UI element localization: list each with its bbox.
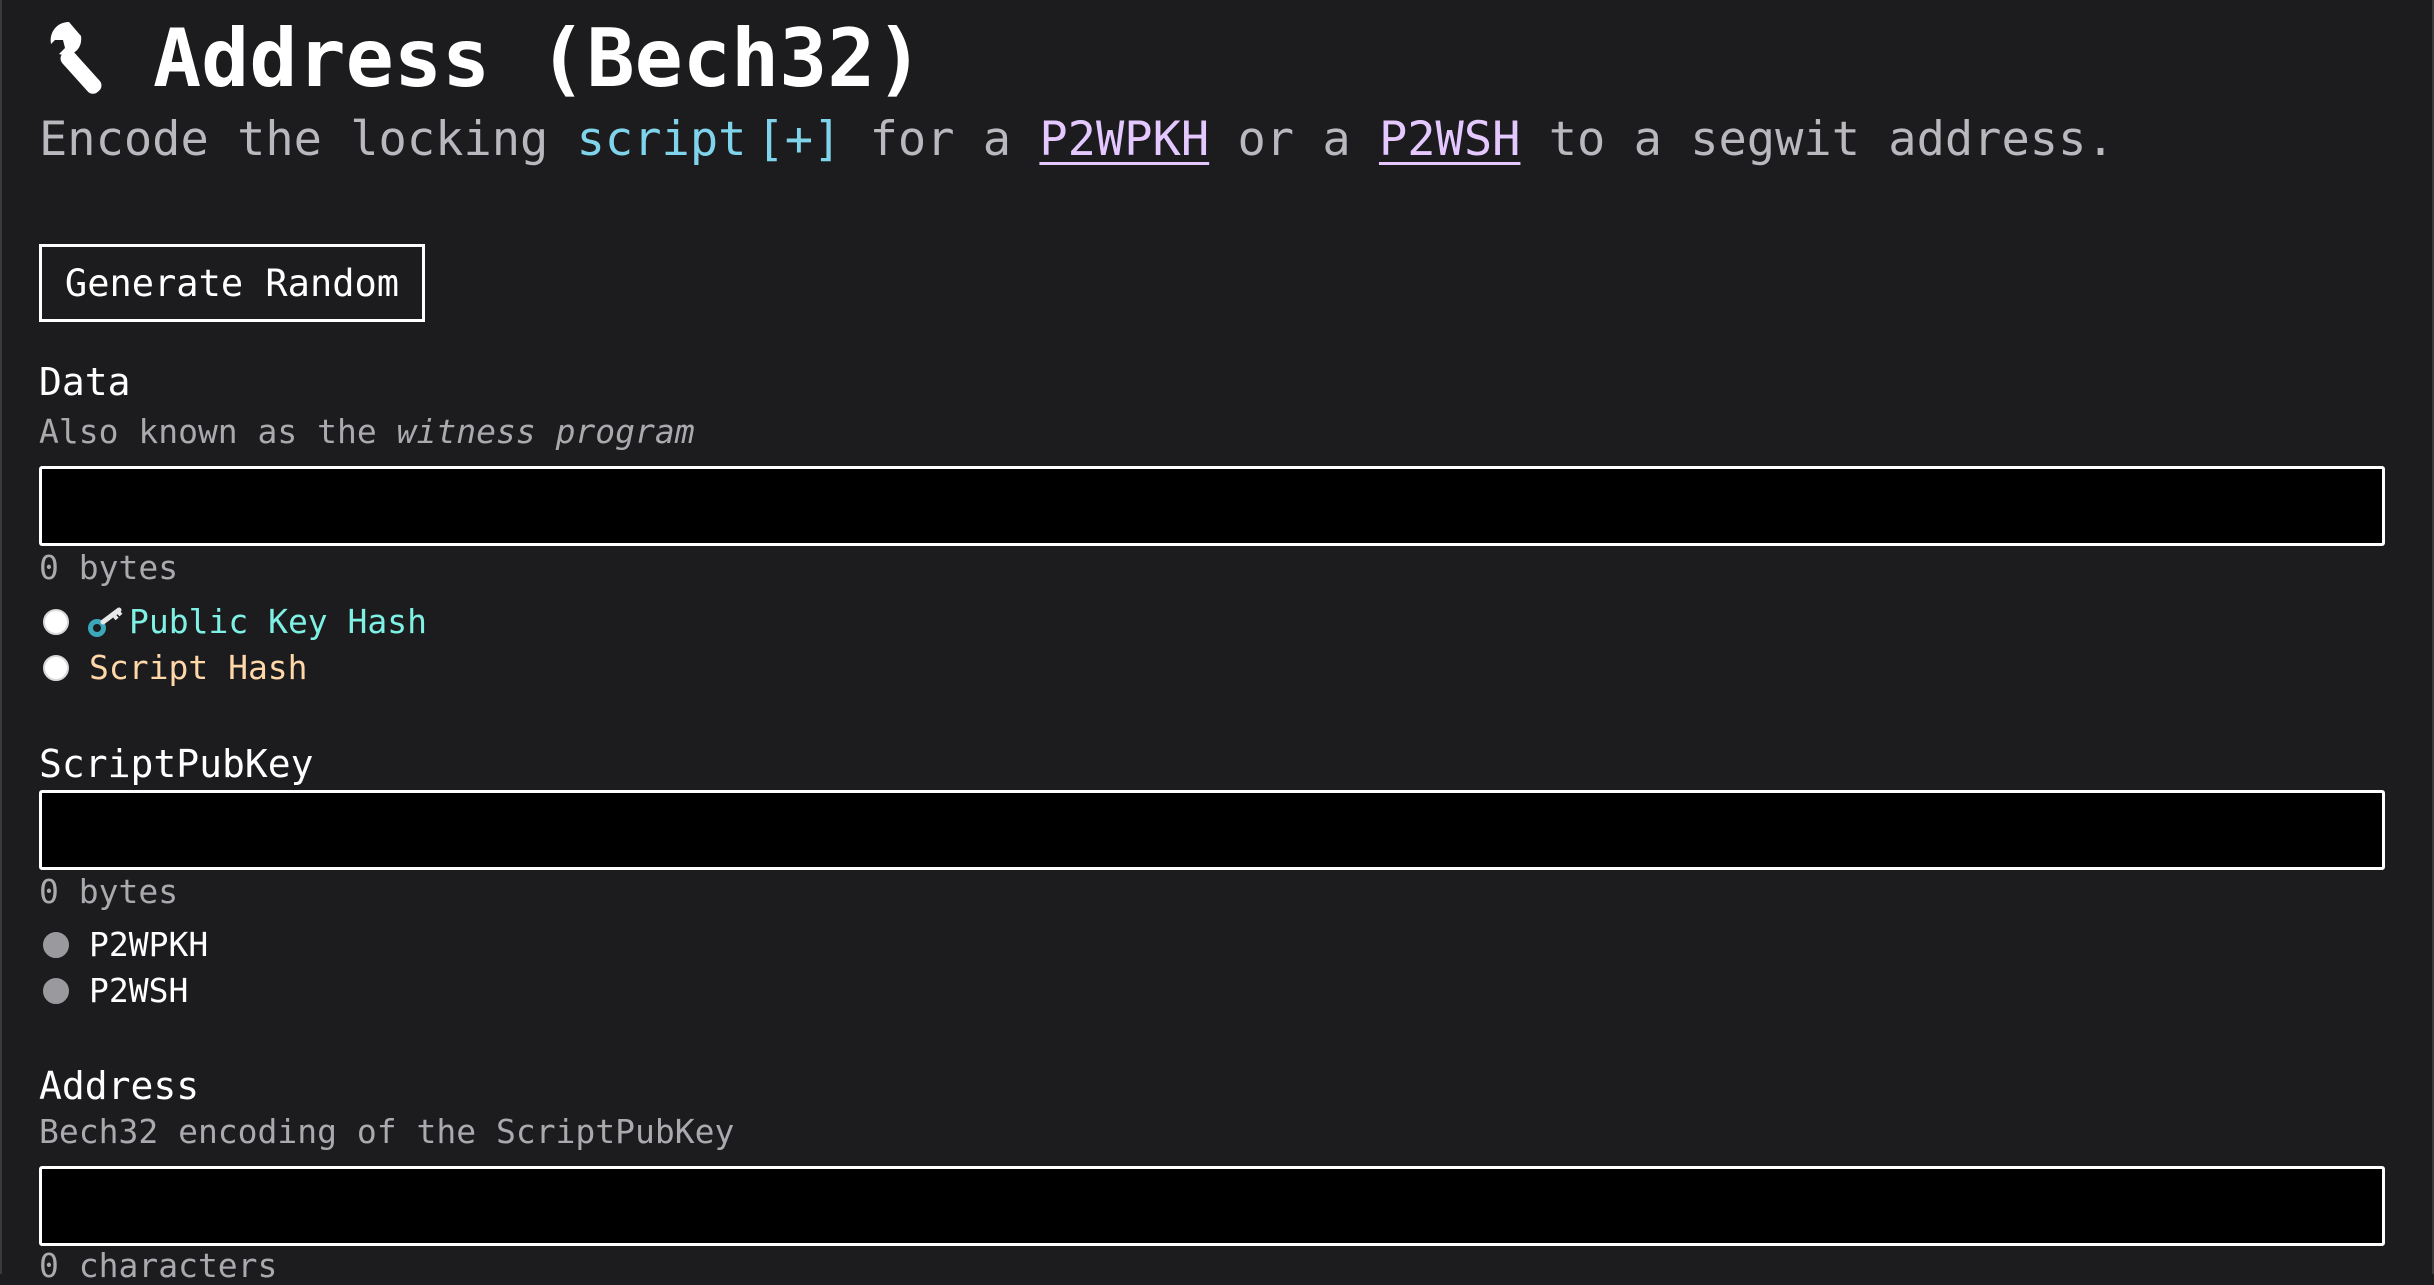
scriptpubkey-byte-count: 0 bytes [39, 872, 179, 911]
script-hash-label: Script Hash [89, 648, 308, 687]
wrench-icon [39, 18, 109, 98]
window-left-border [0, 0, 2, 1274]
p2wpkh-link[interactable]: P2WPKH [1039, 112, 1209, 167]
p2wpkh-label: P2WPKH [89, 925, 209, 964]
radio-option-script-hash[interactable]: Script Hash [43, 648, 308, 687]
address-input[interactable] [39, 1166, 2385, 1246]
description-middle-2: or a [1209, 112, 1379, 167]
public-key-hash-label: Public Key Hash [129, 602, 428, 641]
radio-option-p2wpkh[interactable]: P2WPKH [43, 925, 208, 964]
radio-option-p2wsh[interactable]: P2WSH [43, 971, 188, 1010]
p2wpkh-radio[interactable] [43, 931, 69, 958]
p2wsh-radio[interactable] [43, 977, 69, 1004]
p2wsh-link[interactable]: P2WSH [1379, 112, 1520, 167]
address-character-count: 0 characters [39, 1246, 278, 1285]
data-byte-count: 0 bytes [39, 548, 179, 587]
radio-option-public-key-hash[interactable]: Public Key Hash [43, 602, 427, 641]
data-hint-prefix: Also known as the [39, 412, 397, 451]
scriptpubkey-label: ScriptPubKey [39, 742, 314, 786]
data-input[interactable] [39, 466, 2385, 546]
generate-random-button[interactable]: Generate Random [39, 244, 425, 322]
description-suffix: to a segwit address. [1520, 112, 2115, 167]
script-expand-toggle[interactable]: [+] [756, 112, 841, 167]
description-middle-1: for a [841, 112, 1040, 167]
p2wsh-label: P2WSH [89, 971, 189, 1010]
data-label: Data [39, 360, 131, 404]
data-hint-emphasis: witness program [396, 412, 695, 451]
page-description: Encode the locking script [+] for a P2WPK… [39, 112, 2115, 167]
public-key-hash-radio[interactable] [43, 608, 69, 635]
data-hint: Also known as the witness program [39, 412, 695, 451]
scriptpubkey-input[interactable] [39, 790, 2385, 870]
address-label: Address [39, 1064, 200, 1108]
page-title: Address (Bech32) [39, 8, 924, 108]
page-title-text: Address (Bech32) [153, 11, 924, 105]
description-prefix: Encode the locking [39, 112, 577, 167]
key-icon [85, 604, 125, 640]
script-hash-radio[interactable] [43, 654, 69, 681]
address-hint: Bech32 encoding of the ScriptPubKey [39, 1112, 735, 1151]
script-link[interactable]: script [577, 112, 747, 167]
